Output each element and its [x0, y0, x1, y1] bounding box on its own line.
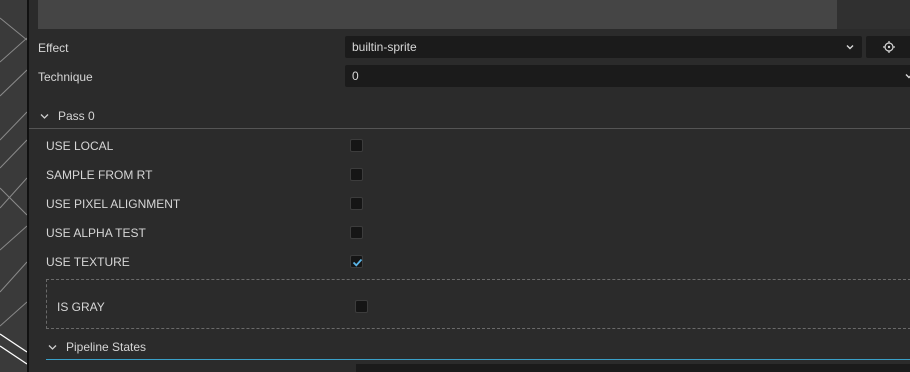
define-label: SAMPLE FROM RT — [46, 168, 153, 182]
pipeline-section-header[interactable]: Pipeline States — [46, 337, 908, 357]
pass-divider — [29, 128, 910, 129]
pass-title: Pass 0 — [58, 109, 95, 123]
pipeline-field[interactable] — [356, 364, 910, 372]
pipeline-accent-rule — [46, 359, 910, 360]
effect-select[interactable]: builtin-sprite — [345, 36, 862, 58]
is-gray-checkbox[interactable] — [355, 300, 368, 313]
technique-value: 0 — [352, 69, 359, 83]
use-local-checkbox[interactable] — [350, 139, 363, 152]
effect-value: builtin-sprite — [352, 40, 417, 54]
locate-effect-button[interactable] — [866, 36, 910, 58]
define-label: IS GRAY — [57, 300, 105, 314]
scene-viewport[interactable] — [0, 0, 27, 372]
technique-label: Technique — [38, 70, 93, 84]
define-label: USE ALPHA TEST — [46, 226, 146, 240]
effect-label: Effect — [38, 41, 69, 55]
crosshair-icon — [883, 41, 895, 53]
chevron-down-icon — [905, 74, 910, 79]
technique-select[interactable]: 0 — [345, 65, 910, 87]
material-inspector: Effect builtin-sprite Technique 0 Pass 0… — [29, 0, 910, 372]
checkmark-icon — [352, 258, 363, 267]
pipeline-title: Pipeline States — [66, 340, 147, 354]
pass-section-header[interactable]: Pass 0 — [38, 106, 908, 126]
define-label: USE PIXEL ALIGNMENT — [46, 197, 181, 211]
define-label: USE LOCAL — [46, 139, 114, 153]
grid-lines — [0, 17, 27, 365]
chevron-down-icon — [846, 45, 854, 50]
define-label: USE TEXTURE — [46, 255, 130, 269]
chevron-down-icon — [40, 114, 49, 119]
use-alpha-test-checkbox[interactable] — [350, 226, 363, 239]
chevron-down-icon — [48, 345, 57, 350]
material-preview — [38, 0, 837, 29]
use-pixel-alignment-checkbox[interactable] — [350, 197, 363, 210]
sample-from-rt-checkbox[interactable] — [350, 168, 363, 181]
use-texture-checkbox[interactable] — [350, 255, 363, 268]
preview-side-area — [837, 0, 910, 29]
use-texture-subgroup: IS GRAY — [46, 279, 910, 329]
